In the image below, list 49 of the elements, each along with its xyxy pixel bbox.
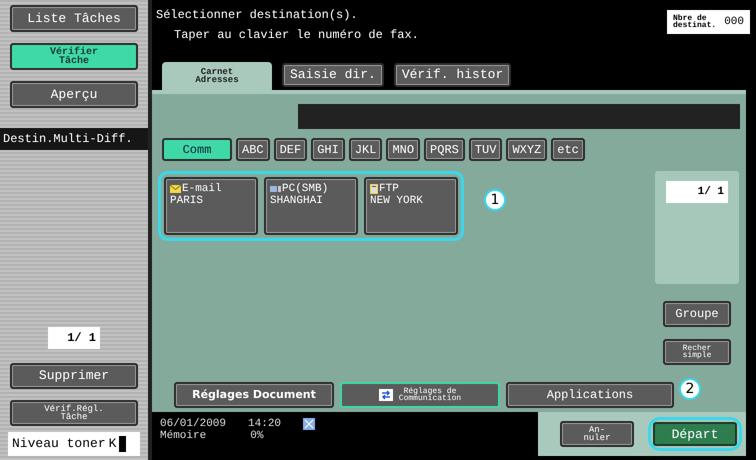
section-label: Destin.Multi-Diff. — [0, 128, 148, 150]
tab[interactable]: Carnet Adresses — [162, 62, 272, 90]
start-button[interactable]: Départ — [653, 422, 737, 446]
destination-button[interactable]: E-mail PARIS — [164, 177, 258, 235]
memory-value: 0% — [250, 430, 264, 442]
index-tab[interactable]: TUV — [468, 138, 502, 161]
sidebar-button[interactable]: Supprimer — [10, 363, 138, 389]
cancel-button[interactable]: An- nuler — [560, 421, 634, 447]
transfer-icon — [378, 389, 393, 401]
index-tab[interactable]: Comm — [162, 138, 232, 161]
index-tab[interactable]: JKL — [348, 138, 382, 161]
settings-button[interactable]: Réglages de Communication — [340, 382, 500, 408]
index-tab[interactable]: GHI — [311, 138, 345, 161]
computer-icon — [270, 185, 281, 193]
count-label: Nbre de destinat. — [672, 15, 716, 29]
sidebar-button[interactable]: Liste Tâches — [10, 5, 138, 32]
destination-button[interactable]: PC(SMB) SHANGHAI — [264, 177, 358, 235]
instruction-text: Taper au clavier le numéro de fax. — [174, 27, 420, 44]
time-text: 14:20 — [248, 418, 282, 430]
callout-number: 2 — [679, 378, 701, 400]
side-button[interactable]: Groupe — [663, 301, 731, 327]
toner-level-icon — [119, 436, 126, 452]
tab[interactable]: Saisie dir. — [282, 63, 384, 87]
date-text: 06/01/2009 — [160, 418, 226, 430]
index-tab[interactable]: ABC — [236, 138, 270, 161]
envelope-icon — [170, 185, 181, 193]
memory-label: Mémoire — [160, 430, 206, 442]
index-tab[interactable]: MNO — [386, 138, 420, 161]
server-icon — [370, 184, 378, 194]
count-value: 000 — [724, 14, 744, 30]
sidebar-button[interactable]: Vérifier Tâche — [10, 43, 138, 70]
page-counter: 1/ 1 — [48, 327, 100, 349]
sidebar-button[interactable]: Vérif.Régl. Tâche — [10, 400, 138, 426]
settings-button[interactable]: Applications — [506, 382, 674, 408]
settings-button[interactable]: Réglages Document — [174, 382, 334, 408]
index-tab[interactable]: WXYZ — [506, 138, 548, 161]
index-tab[interactable]: PQRS — [424, 138, 465, 161]
callout-number: 1 — [484, 189, 506, 211]
destination-button[interactable]: FTP NEW YORK — [364, 177, 458, 235]
tab[interactable]: Vérif. histor — [394, 63, 512, 87]
screen-title: Sélectionner destination(s). — [156, 7, 358, 24]
sidebar-button[interactable]: Aperçu — [10, 81, 138, 108]
index-tab[interactable]: DEF — [274, 138, 308, 161]
toner-label: Niveau toner — [12, 435, 106, 454]
fax-number-field[interactable] — [298, 104, 740, 129]
toner-channel: K — [108, 435, 116, 454]
side-button[interactable]: Recher simple — [663, 339, 731, 365]
index-tab[interactable]: etc — [551, 138, 585, 161]
page-counter: 1/ 1 — [666, 181, 728, 203]
